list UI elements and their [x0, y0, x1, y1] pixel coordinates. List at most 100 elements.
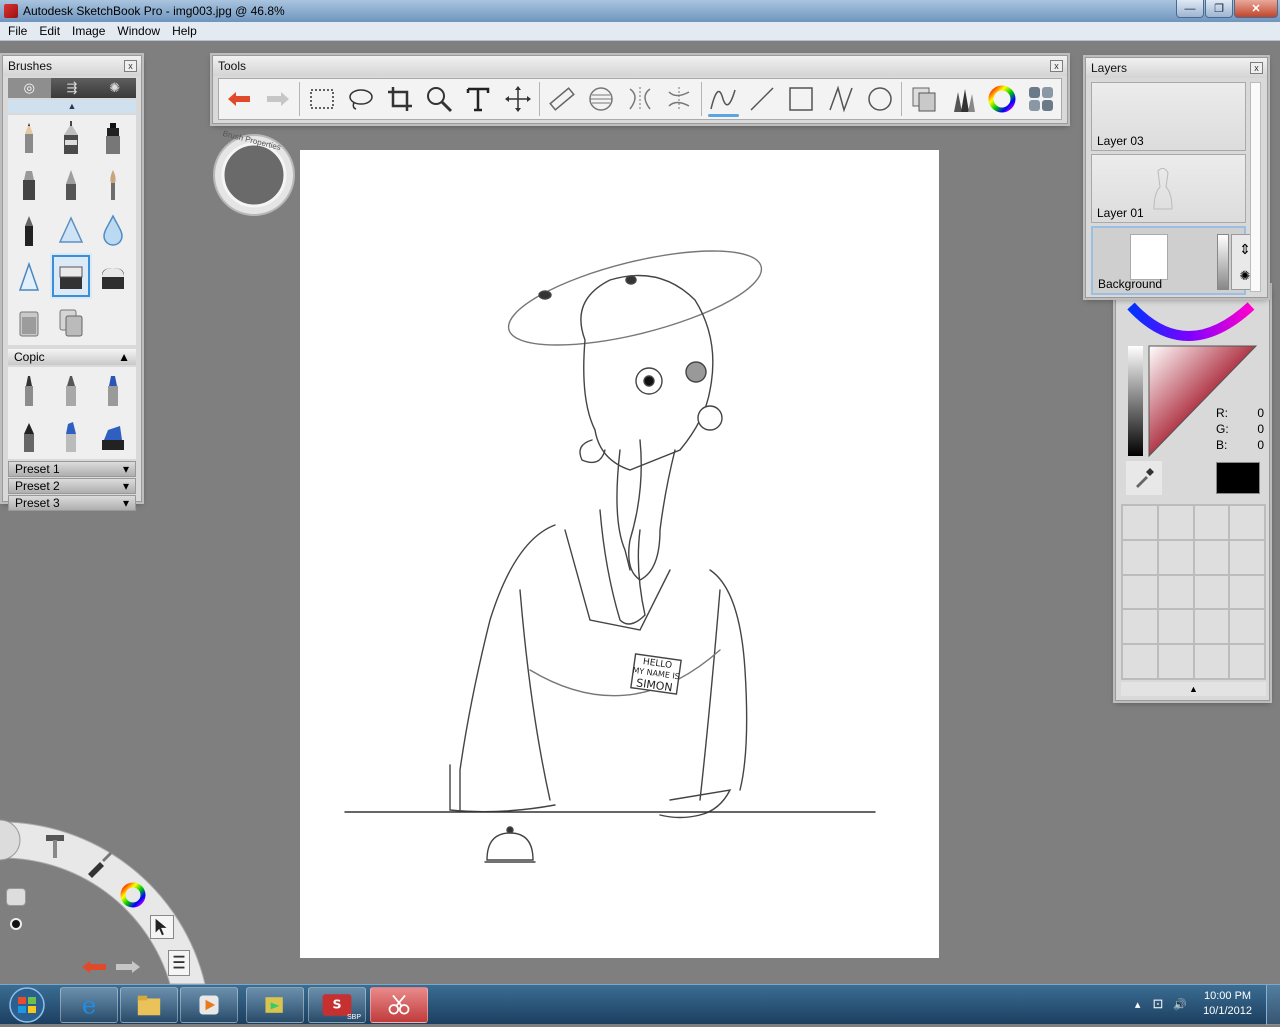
volume-icon[interactable]: 🔊	[1173, 998, 1187, 1011]
soft-airbrush-brush[interactable]	[8, 253, 50, 299]
taskbar-snipping-tool[interactable]	[370, 987, 428, 1023]
swatch-slot[interactable]	[1230, 506, 1264, 539]
expand-swatches-button[interactable]: ▲	[1121, 682, 1266, 696]
preset-1[interactable]: Preset 1 ▾	[8, 461, 136, 477]
swatch-slot[interactable]	[1230, 645, 1264, 678]
layers-close-button[interactable]: x	[1250, 62, 1263, 74]
taskbar-sketchbook[interactable]: S SBP	[308, 987, 366, 1023]
airbrush-brush[interactable]	[50, 207, 92, 253]
eyedropper-button[interactable]	[1126, 461, 1162, 495]
clock[interactable]: 10:00 PM 10/1/2012	[1203, 989, 1252, 1019]
brush-size-dot[interactable]	[10, 918, 22, 930]
lagoon-undo-button[interactable]	[80, 958, 108, 976]
symmetry-y-button[interactable]	[660, 79, 699, 119]
copic-wide-brush[interactable]	[92, 413, 134, 459]
swatch-slot[interactable]	[1194, 540, 1229, 574]
swatch-slot[interactable]	[1123, 610, 1157, 644]
current-color-swatch[interactable]	[1216, 462, 1260, 494]
zoom-button[interactable]	[420, 79, 459, 119]
menu-help[interactable]: Help	[166, 24, 203, 38]
swatch-slot[interactable]	[1123, 645, 1157, 678]
soft-eraser-brush[interactable]	[92, 253, 134, 299]
swatch-slot[interactable]	[1194, 645, 1229, 678]
lagoon-redo-button[interactable]	[114, 958, 142, 976]
network-icon[interactable]: ⊡	[1152, 996, 1163, 1012]
layer-item[interactable]: Layer 01	[1091, 154, 1246, 223]
water-brush[interactable]	[92, 207, 134, 253]
ellipse-button[interactable]	[860, 79, 899, 119]
brush-tab-settings-icon[interactable]: ⇶	[51, 78, 94, 98]
tools-palette-header[interactable]: Tools	[213, 56, 1067, 76]
copy-button[interactable]	[904, 79, 943, 119]
copic-fine-brush[interactable]	[8, 367, 50, 413]
maximize-button[interactable]: ❐	[1205, 0, 1233, 18]
taskbar-explorer[interactable]	[120, 987, 178, 1023]
swatch-slot[interactable]	[1158, 645, 1193, 678]
menu-list-button[interactable]	[168, 950, 190, 976]
brush-tab-spray-icon[interactable]: ✺	[93, 78, 136, 98]
fine-pen-brush[interactable]	[8, 207, 50, 253]
layer-scrollbar[interactable]	[1250, 82, 1261, 292]
marker-brush[interactable]	[92, 115, 134, 161]
swatch-slot[interactable]	[1194, 575, 1229, 609]
rect-select-button[interactable]	[302, 79, 341, 119]
layer-item[interactable]: Layer 03	[1091, 82, 1246, 151]
line-button[interactable]	[743, 79, 782, 119]
preset-2[interactable]: Preset 2 ▾	[8, 478, 136, 494]
hard-eraser-brush[interactable]	[50, 253, 92, 299]
menu-window[interactable]: Window	[111, 24, 166, 38]
swatch-slot[interactable]	[1230, 610, 1264, 644]
copic-section-header[interactable]: Copic ▲	[8, 349, 136, 365]
crop-button[interactable]	[381, 79, 420, 119]
preset-3[interactable]: Preset 3 ▾	[8, 495, 136, 511]
text-button[interactable]	[459, 79, 498, 119]
technical-pen-brush[interactable]	[50, 115, 92, 161]
menu-file[interactable]: File	[2, 24, 33, 38]
fill-bucket-brush[interactable]	[8, 299, 50, 345]
swatch-slot[interactable]	[1158, 610, 1193, 644]
pencil-brush[interactable]	[8, 115, 50, 161]
swatch-slot[interactable]	[1230, 540, 1264, 574]
curve-button[interactable]	[704, 79, 743, 119]
color-wheel-button[interactable]	[118, 880, 150, 912]
green-value[interactable]: 0	[1257, 422, 1264, 436]
taskbar-ie[interactable]: e	[60, 987, 118, 1023]
menu-edit[interactable]: Edit	[33, 24, 66, 38]
show-desktop-button[interactable]	[1266, 985, 1280, 1025]
tools-close-button[interactable]: x	[1050, 60, 1063, 72]
redo-button[interactable]	[258, 79, 297, 119]
swatch-slot[interactable]	[1158, 540, 1193, 574]
red-value[interactable]: 0	[1257, 406, 1264, 420]
tools-hammer-button[interactable]	[40, 830, 74, 864]
taskbar-media-player[interactable]	[180, 987, 238, 1023]
blue-value[interactable]: 0	[1257, 438, 1264, 452]
swatch-slot[interactable]	[1158, 506, 1193, 539]
pointer-button[interactable]	[150, 915, 174, 939]
ink-pen-brush[interactable]	[50, 161, 92, 207]
gradient-bucket-brush[interactable]	[50, 299, 92, 345]
swatch-slot[interactable]	[1158, 575, 1193, 609]
layer-opacity-slider[interactable]	[1217, 234, 1229, 290]
polyline-button[interactable]	[821, 79, 860, 119]
brush-palette-button[interactable]	[943, 79, 982, 119]
rectangle-button[interactable]	[782, 79, 821, 119]
swatch-slot[interactable]	[1194, 610, 1229, 644]
brush-scroll-up-button[interactable]: ▲	[8, 100, 136, 113]
paintbrush-brush[interactable]	[92, 161, 134, 207]
close-button[interactable]: ✕	[1234, 0, 1278, 18]
show-hidden-icons-icon[interactable]: ▴	[1135, 998, 1141, 1011]
eraser-toggle-button[interactable]	[6, 888, 26, 906]
undo-button[interactable]	[219, 79, 258, 119]
ellipse-guide-button[interactable]	[581, 79, 620, 119]
swatch-slot[interactable]	[1123, 540, 1157, 574]
copic-medium-brush[interactable]	[50, 367, 92, 413]
copic-blue-brush[interactable]	[92, 367, 134, 413]
brushes-close-button[interactable]: x	[124, 60, 137, 72]
palettes-button[interactable]	[1022, 79, 1061, 119]
symmetry-x-button[interactable]	[620, 79, 659, 119]
lasso-button[interactable]	[341, 79, 380, 119]
brush-properties-puck[interactable]: Brush Properties	[210, 129, 298, 217]
brush-tool-button[interactable]	[84, 848, 118, 882]
start-button[interactable]	[2, 986, 52, 1024]
swatch-slot[interactable]	[1123, 575, 1157, 609]
